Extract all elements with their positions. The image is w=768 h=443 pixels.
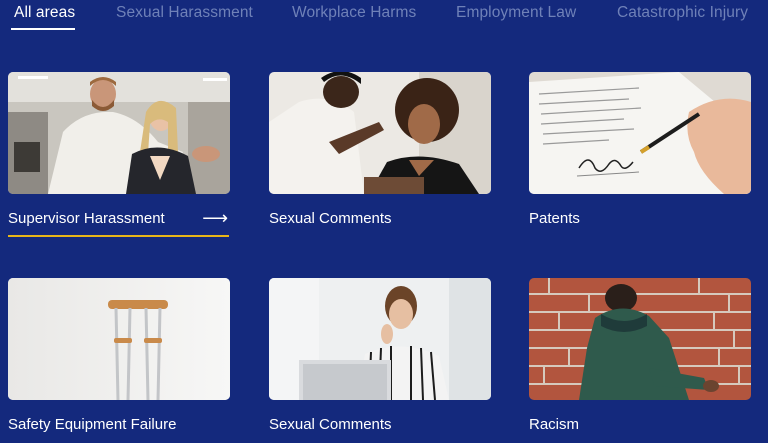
- tab-workplace-harms[interactable]: Workplace Harms: [292, 4, 416, 22]
- safety-equipment-failure-image: [8, 278, 230, 400]
- sexual-comments-image: [269, 72, 491, 194]
- card-label: Sexual Comments: [269, 210, 392, 227]
- racism-image: [529, 278, 751, 400]
- sexual-comments-laptop-image: [269, 278, 491, 400]
- tab-all-areas[interactable]: All areas: [14, 4, 75, 22]
- active-tab-underline: [11, 28, 75, 30]
- card-label: Sexual Comments: [269, 416, 392, 433]
- card-label: Supervisor Harassment: [8, 210, 165, 227]
- tab-catastrophic-injury[interactable]: Catastrophic Injury: [617, 4, 748, 22]
- tab-sexual-harassment[interactable]: Sexual Harassment: [116, 4, 253, 22]
- active-card-underline: [8, 235, 229, 237]
- card-label: Patents: [529, 210, 580, 227]
- category-tabs: All areas Sexual Harassment Workplace Ha…: [0, 0, 768, 40]
- supervisor-harassment-image: [8, 72, 230, 194]
- card-label: Racism: [529, 416, 580, 433]
- tab-employment-law[interactable]: Employment Law: [456, 4, 576, 22]
- card-label: Safety Equipment Failure: [8, 416, 177, 433]
- patents-image: [529, 72, 751, 194]
- arrow-right-icon: ⟶: [202, 208, 228, 228]
